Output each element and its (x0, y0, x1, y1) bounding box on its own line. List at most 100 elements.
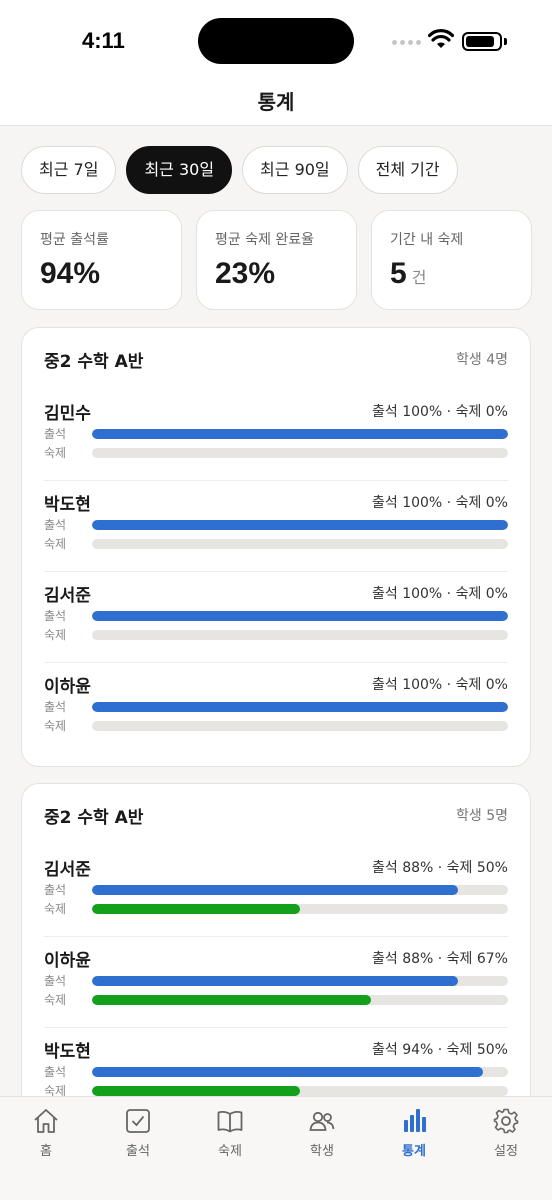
nav-statistics[interactable]: 통계 (368, 1097, 460, 1200)
homework-bar-label: 숙제 (44, 446, 67, 460)
bar-chart-icon (404, 1109, 426, 1132)
avg-homework-label: 평균 숙제 완료율 (215, 232, 315, 248)
homework-count-unit: 건 (411, 270, 427, 287)
attendance-bar (92, 975, 508, 986)
student-name: 박도현 (44, 494, 91, 515)
nav-students[interactable]: 학생 (276, 1097, 368, 1200)
homework-bar-fill (92, 1085, 300, 1096)
attendance-bar-fill (92, 519, 508, 530)
tab-all-time[interactable]: 전체 기간 (357, 146, 458, 194)
student-stats: 출석 100% · 숙제 0% (371, 586, 508, 602)
homework-count-card: 기간 내 숙제 5건 (371, 210, 532, 310)
homework-bar-label: 숙제 (44, 902, 67, 916)
class-name: 중2 수학 A반 (44, 807, 144, 828)
student-row[interactable]: 이하윤 출석 88% · 숙제 67% 출석 숙제 (44, 937, 508, 1028)
student-stats: 출석 100% · 숙제 0% (371, 495, 508, 511)
student-row[interactable]: 김서준 출석 100% · 숙제 0% 출석 숙제 (44, 572, 508, 663)
attendance-bar-label: 출석 (44, 974, 67, 988)
homework-bar (92, 994, 508, 1005)
student-row[interactable]: 이하윤 출석 100% · 숙제 0% 출석 숙제 (44, 663, 508, 754)
attendance-bar-fill (92, 428, 508, 439)
student-row[interactable]: 김민수 출석 100% · 숙제 0% 출석 숙제 (44, 390, 508, 481)
attendance-bar (92, 519, 508, 530)
attendance-bar-fill (92, 701, 508, 712)
nav-homework[interactable]: 숙제 (184, 1097, 276, 1200)
homework-bar-fill (92, 903, 300, 914)
attendance-bar-label: 출석 (44, 427, 67, 441)
attendance-bar-label: 출석 (44, 1065, 67, 1079)
tab-90-days[interactable]: 최근 90일 (242, 146, 348, 194)
homework-bar-label: 숙제 (44, 628, 67, 642)
attendance-bar (92, 610, 508, 621)
book-icon (217, 1110, 243, 1133)
homework-bar-fill (92, 994, 371, 1005)
nav-attendance[interactable]: 출석 (92, 1097, 184, 1200)
homework-count-number: 5 (390, 257, 407, 290)
student-row[interactable]: 김서준 출석 88% · 숙제 50% 출석 숙제 (44, 846, 508, 937)
student-stats: 출석 100% · 숙제 0% (371, 677, 508, 693)
class-header: 중2 수학 A반 학생 4명 (44, 328, 508, 390)
dynamic-island (198, 18, 354, 64)
nav-statistics-label: 통계 (402, 1144, 426, 1159)
cellular-signal-icon (392, 40, 421, 45)
battery-icon (462, 32, 502, 51)
attendance-bar-fill (92, 884, 459, 895)
attendance-bar (92, 884, 508, 895)
class-header: 중2 수학 A반 학생 5명 (44, 784, 508, 846)
student-stats: 출석 88% · 숙제 50% (371, 860, 508, 876)
attendance-bar (92, 1066, 508, 1077)
homework-bar-label: 숙제 (44, 993, 67, 1007)
student-name: 이하윤 (44, 950, 91, 971)
gear-icon (493, 1108, 519, 1134)
homework-count-value: 5건 (390, 257, 531, 291)
status-bar: 4:11 (0, 0, 552, 80)
class-name: 중2 수학 A반 (44, 351, 144, 372)
avg-attendance-label: 평균 출석률 (40, 232, 109, 248)
class-student-count: 학생 4명 (456, 352, 508, 368)
nav-settings[interactable]: 설정 (460, 1097, 552, 1200)
tab-7-days[interactable]: 최근 7일 (21, 146, 117, 194)
student-name: 이하윤 (44, 676, 91, 697)
attendance-bar-label: 출석 (44, 700, 67, 714)
attendance-bar-fill (92, 975, 459, 986)
nav-home-label: 홈 (40, 1144, 52, 1159)
attendance-bar-label: 출석 (44, 883, 67, 897)
page-header: 통계 (0, 80, 552, 126)
student-name: 박도현 (44, 1041, 91, 1062)
class-student-count: 학생 5명 (456, 808, 508, 824)
student-stats: 출석 100% · 숙제 0% (371, 404, 508, 420)
homework-bar-label: 숙제 (44, 719, 67, 733)
avg-attendance-value: 94% (40, 257, 101, 290)
student-stats: 출석 88% · 숙제 67% (371, 951, 508, 967)
class-card: 중2 수학 A반 학생 5명 김서준 출석 88% · 숙제 50% 출석 숙제 … (21, 783, 531, 1143)
nav-homework-label: 숙제 (218, 1144, 242, 1159)
student-row[interactable]: 박도현 출석 100% · 숙제 0% 출석 숙제 (44, 481, 508, 572)
people-icon (309, 1111, 335, 1131)
avg-homework-value: 23% (215, 257, 276, 290)
avg-attendance-card: 평균 출석률 94% (21, 210, 182, 310)
homework-bar (92, 629, 508, 640)
home-icon (34, 1109, 58, 1133)
homework-bar (92, 903, 508, 914)
battery-tip (504, 38, 507, 45)
homework-bar (92, 447, 508, 458)
attendance-bar (92, 701, 508, 712)
page-title: 통계 (257, 90, 295, 114)
attendance-bar-label: 출석 (44, 518, 67, 532)
nav-home[interactable]: 홈 (0, 1097, 92, 1200)
homework-count-label: 기간 내 숙제 (390, 232, 464, 248)
tab-30-days[interactable]: 최근 30일 (126, 146, 233, 194)
student-name: 김서준 (44, 585, 91, 606)
student-name: 김서준 (44, 859, 91, 880)
checkbox-icon (126, 1109, 150, 1133)
nav-students-label: 학생 (310, 1144, 334, 1159)
student-name: 김민수 (44, 403, 91, 424)
homework-bar-label: 숙제 (44, 537, 67, 551)
summary-cards: 평균 출석률 94% 평균 숙제 완료율 23% 기간 내 숙제 5건 (21, 210, 532, 310)
wifi-icon (428, 29, 454, 48)
class-card: 중2 수학 A반 학생 4명 김민수 출석 100% · 숙제 0% 출석 숙제 … (21, 327, 531, 767)
homework-bar (92, 720, 508, 731)
nav-settings-label: 설정 (494, 1144, 518, 1159)
status-time: 4:11 (82, 28, 125, 53)
bottom-nav: 홈 출석 숙제 학생 통계 설정 (0, 1096, 552, 1200)
